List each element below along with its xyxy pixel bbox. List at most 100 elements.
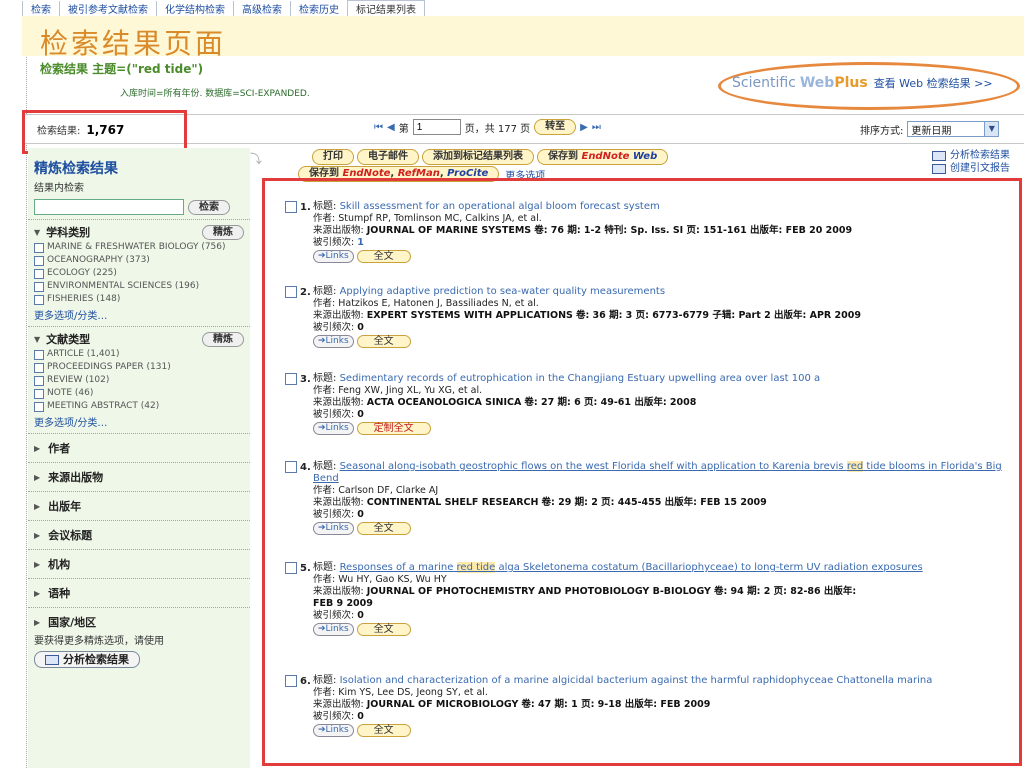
save-to-endnote-web-button[interactable]: 保存到 EndNote Web [537, 149, 669, 165]
add-to-marked-list-button[interactable]: 添加到标记结果列表 [422, 149, 534, 165]
webplus-link[interactable]: Scientific Web Plus 查看 Web 检索结果 >> [732, 75, 993, 91]
checkbox[interactable] [34, 402, 44, 412]
facet-institution[interactable]: ▶ 机构 [28, 550, 250, 579]
facet-item[interactable]: FISHERIES (148) [34, 294, 244, 305]
facet-source[interactable]: ▶ 来源出版物 [28, 463, 250, 492]
facet-item[interactable]: OCEANOGRAPHY (373) [34, 255, 244, 266]
triangle-down-icon[interactable]: ▼ [34, 335, 40, 344]
more-options-link[interactable]: 更多选项/分类… [34, 307, 244, 322]
webplus-view-results[interactable]: 查看 Web 检索结果 >> [874, 75, 993, 91]
checkbox[interactable] [34, 389, 44, 399]
result-record: 2. 标题: Applying adaptive prediction to s… [285, 286, 1015, 348]
checkbox[interactable] [34, 376, 44, 386]
print-button[interactable]: 打印 [312, 149, 354, 165]
record-checkbox[interactable] [285, 461, 297, 473]
links-button[interactable]: ➔Links [313, 724, 354, 737]
fulltext-button[interactable]: 全文 [356, 522, 411, 535]
fulltext-button[interactable]: 全文 [356, 335, 411, 348]
checkbox[interactable] [34, 295, 44, 305]
record-title-link[interactable]: Seasonal along-isobath geostrophic flows… [313, 461, 1002, 484]
facet-language[interactable]: ▶ 语种 [28, 579, 250, 608]
facet-conference[interactable]: ▶ 会议标题 [28, 521, 250, 550]
next-page-icon[interactable]: ▶ [580, 122, 588, 133]
first-page-icon[interactable]: ⏮ [374, 122, 383, 133]
results-count-label: 检索结果: [37, 126, 81, 137]
facet-subject: ▼ 学科类别 精炼 MARINE & FRESHWATER BIOLOGY (75… [28, 220, 250, 327]
links-button[interactable]: ➔Links [313, 335, 354, 348]
tab-advanced-search[interactable]: 高级检索 [233, 0, 290, 16]
last-page-icon[interactable]: ⏭ [592, 122, 601, 133]
facet-item[interactable]: ENVIRONMENTAL SCIENCES (196) [34, 281, 244, 292]
tab-search-history[interactable]: 检索历史 [290, 0, 347, 16]
analyze-results-link[interactable]: 分析检索结果 [932, 149, 1010, 162]
triangle-down-icon[interactable]: ▼ [34, 228, 40, 237]
refine-button-subject[interactable]: 精炼 [202, 224, 244, 240]
record-checkbox[interactable] [285, 562, 297, 574]
record-checkbox[interactable] [285, 675, 297, 687]
facet-item[interactable]: REVIEW (102) [34, 375, 244, 386]
record-checkbox[interactable] [285, 373, 297, 385]
pager-label-post: 页，共 177 页 [464, 123, 531, 135]
record-title-link[interactable]: Sedimentary records of eutrophication in… [340, 373, 821, 384]
facet-item[interactable]: PROCEEDINGS PAPER (131) [34, 362, 244, 373]
sort-select[interactable]: 更新日期 ▼ [907, 121, 1000, 137]
links-button[interactable]: ➔Links [313, 522, 354, 535]
record-checkbox[interactable] [285, 201, 297, 213]
triangle-right-icon: ▶ [34, 443, 41, 453]
sort-control: 排序方式: 更新日期 ▼ [860, 121, 1000, 137]
webplus-plus: Plus [834, 75, 868, 91]
links-button[interactable]: ➔Links [313, 250, 354, 263]
sidebar-analyze-button[interactable]: 分析检索结果 [34, 651, 140, 668]
fulltext-button[interactable]: 全文 [356, 623, 411, 636]
facet-item[interactable]: ARTICLE (1,401) [34, 349, 244, 360]
tab-structure-search[interactable]: 化学结构检索 [156, 0, 233, 16]
record-checkbox[interactable] [285, 286, 297, 298]
facet-item[interactable]: ECOLOGY (225) [34, 268, 244, 279]
links-button[interactable]: ➔Links [313, 422, 354, 435]
refine-button-doctype[interactable]: 精炼 [202, 331, 244, 347]
checkbox[interactable] [34, 256, 44, 266]
webplus-web: Web [799, 75, 835, 91]
go-button[interactable]: 转至 [534, 119, 577, 135]
sidebar-hint: 要获得更多精炼选项，请使用 [34, 636, 164, 647]
analyze-icon [932, 150, 946, 161]
email-button[interactable]: 电子邮件 [357, 149, 419, 165]
tab-cited-ref-search[interactable]: 被引参考文献检索 [59, 0, 156, 16]
result-record: 1. 标题: Skill assessment for an operation… [285, 201, 1015, 263]
links-button[interactable]: ➔Links [313, 623, 354, 636]
cited-count-link[interactable]: 1 [357, 237, 364, 248]
checkbox[interactable] [34, 350, 44, 360]
query-line-2: 入库时间=所有年份. 数据库=SCI-EXPANDED. [120, 89, 310, 99]
top-tabs: 检索 被引参考文献检索 化学结构检索 高级检索 检索历史 标记结果列表 [22, 0, 425, 16]
record-title-link[interactable]: Applying adaptive prediction to sea-wate… [340, 286, 665, 297]
webplus-scientific: Scientific [732, 75, 796, 91]
result-record: 4. 标题: Seasonal along-isobath geostrophi… [285, 461, 1015, 535]
custom-fulltext-button[interactable]: 定制全文 [356, 422, 431, 435]
facet-item[interactable]: MEETING ABSTRACT (42) [34, 401, 244, 412]
triangle-right-icon: ▶ [34, 559, 41, 569]
search-within-input[interactable] [34, 199, 184, 215]
page-input[interactable] [412, 119, 461, 135]
triangle-right-icon: ▶ [34, 588, 41, 598]
citation-report-link[interactable]: 创建引文报告 [932, 162, 1010, 175]
search-within-button[interactable]: 检索 [188, 199, 230, 215]
facet-authors[interactable]: ▶ 作者 [28, 434, 250, 463]
facet-item[interactable]: NOTE (46) [34, 388, 244, 399]
tab-search[interactable]: 检索 [22, 0, 59, 16]
facet-country[interactable]: ▶ 国家/地区 [28, 608, 250, 630]
checkbox[interactable] [34, 282, 44, 292]
record-title-link[interactable]: Skill assessment for an operational alga… [340, 201, 660, 212]
more-options-link[interactable]: 更多选项/分类… [34, 414, 244, 429]
facet-year[interactable]: ▶ 出版年 [28, 492, 250, 521]
tab-marked-list[interactable]: 标记结果列表 [347, 0, 425, 16]
fulltext-button[interactable]: 全文 [356, 250, 411, 263]
prev-page-icon[interactable]: ◀ [387, 122, 395, 133]
fulltext-button[interactable]: 全文 [356, 724, 411, 737]
record-title-link[interactable]: Isolation and characterization of a mari… [340, 675, 933, 686]
checkbox[interactable] [34, 269, 44, 279]
checkbox[interactable] [34, 243, 44, 253]
facet-item[interactable]: MARINE & FRESHWATER BIOLOGY (756) [34, 242, 244, 253]
checkbox[interactable] [34, 363, 44, 373]
record-title-link[interactable]: Responses of a marine red tide alga Skel… [340, 562, 923, 573]
triangle-right-icon: ▶ [34, 501, 41, 511]
